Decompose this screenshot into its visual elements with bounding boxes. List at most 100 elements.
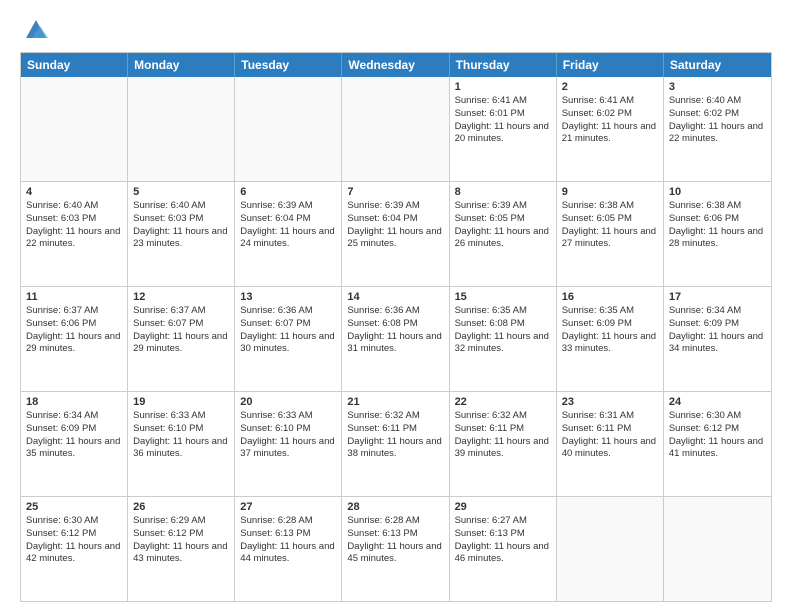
day-cell-12: 12 Sunrise: 6:37 AM Sunset: 6:07 PM Dayli…: [128, 287, 235, 391]
day-number: 5: [133, 186, 229, 198]
day-number: 21: [347, 396, 443, 408]
day-info: Sunrise: 6:32 AM Sunset: 6:11 PM Dayligh…: [347, 410, 443, 461]
day-number: 11: [26, 291, 122, 303]
day-info: Sunrise: 6:39 AM Sunset: 6:04 PM Dayligh…: [240, 200, 336, 251]
day-cell-1: 1 Sunrise: 6:41 AM Sunset: 6:01 PM Daylig…: [450, 77, 557, 181]
calendar-week-1: 1 Sunrise: 6:41 AM Sunset: 6:01 PM Daylig…: [21, 77, 771, 182]
day-cell-6: 6 Sunrise: 6:39 AM Sunset: 6:04 PM Daylig…: [235, 182, 342, 286]
day-cell-25: 25 Sunrise: 6:30 AM Sunset: 6:12 PM Dayli…: [21, 497, 128, 601]
day-info: Sunrise: 6:39 AM Sunset: 6:05 PM Dayligh…: [455, 200, 551, 251]
day-number: 23: [562, 396, 658, 408]
day-info: Sunrise: 6:32 AM Sunset: 6:11 PM Dayligh…: [455, 410, 551, 461]
day-number: 4: [26, 186, 122, 198]
day-cell-8: 8 Sunrise: 6:39 AM Sunset: 6:05 PM Daylig…: [450, 182, 557, 286]
day-cell-14: 14 Sunrise: 6:36 AM Sunset: 6:08 PM Dayli…: [342, 287, 449, 391]
day-cell-11: 11 Sunrise: 6:37 AM Sunset: 6:06 PM Dayli…: [21, 287, 128, 391]
day-cell-26: 26 Sunrise: 6:29 AM Sunset: 6:12 PM Dayli…: [128, 497, 235, 601]
day-header-tuesday: Tuesday: [235, 53, 342, 77]
day-number: 13: [240, 291, 336, 303]
day-cell-20: 20 Sunrise: 6:33 AM Sunset: 6:10 PM Dayli…: [235, 392, 342, 496]
day-header-monday: Monday: [128, 53, 235, 77]
day-number: 6: [240, 186, 336, 198]
day-info: Sunrise: 6:39 AM Sunset: 6:04 PM Dayligh…: [347, 200, 443, 251]
day-info: Sunrise: 6:29 AM Sunset: 6:12 PM Dayligh…: [133, 515, 229, 566]
day-info: Sunrise: 6:33 AM Sunset: 6:10 PM Dayligh…: [240, 410, 336, 461]
day-number: 10: [669, 186, 766, 198]
day-cell-3: 3Sunrise: 6:40 AM Sunset: 6:02 PM Daylig…: [664, 77, 771, 181]
day-info: Sunrise: 6:34 AM Sunset: 6:09 PM Dayligh…: [26, 410, 122, 461]
day-info: Sunrise: 6:30 AM Sunset: 6:12 PM Dayligh…: [669, 410, 766, 461]
day-info: Sunrise: 6:40 AM Sunset: 6:02 PM Dayligh…: [669, 95, 766, 146]
empty-cell: [664, 497, 771, 601]
empty-cell: [557, 497, 664, 601]
day-cell-29: 29Sunrise: 6:27 AM Sunset: 6:13 PM Dayli…: [450, 497, 557, 601]
day-number: 28: [347, 501, 443, 513]
day-number: 18: [26, 396, 122, 408]
day-info: Sunrise: 6:35 AM Sunset: 6:08 PM Dayligh…: [455, 305, 551, 356]
day-info: Sunrise: 6:35 AM Sunset: 6:09 PM Dayligh…: [562, 305, 658, 356]
day-cell-4: 4 Sunrise: 6:40 AM Sunset: 6:03 PM Daylig…: [21, 182, 128, 286]
day-cell-10: 10Sunrise: 6:38 AM Sunset: 6:06 PM Dayli…: [664, 182, 771, 286]
day-cell-9: 9 Sunrise: 6:38 AM Sunset: 6:05 PM Daylig…: [557, 182, 664, 286]
day-number: 14: [347, 291, 443, 303]
day-number: 25: [26, 501, 122, 513]
day-number: 1: [455, 81, 551, 93]
day-cell-5: 5 Sunrise: 6:40 AM Sunset: 6:03 PM Daylig…: [128, 182, 235, 286]
day-number: 24: [669, 396, 766, 408]
day-cell-21: 21 Sunrise: 6:32 AM Sunset: 6:11 PM Dayli…: [342, 392, 449, 496]
day-cell-18: 18 Sunrise: 6:34 AM Sunset: 6:09 PM Dayli…: [21, 392, 128, 496]
calendar-week-4: 18 Sunrise: 6:34 AM Sunset: 6:09 PM Dayli…: [21, 392, 771, 497]
day-number: 19: [133, 396, 229, 408]
day-number: 9: [562, 186, 658, 198]
day-number: 27: [240, 501, 336, 513]
day-number: 8: [455, 186, 551, 198]
day-number: 16: [562, 291, 658, 303]
header: [20, 16, 772, 44]
calendar-body: 1 Sunrise: 6:41 AM Sunset: 6:01 PM Daylig…: [21, 77, 771, 601]
day-info: Sunrise: 6:31 AM Sunset: 6:11 PM Dayligh…: [562, 410, 658, 461]
calendar-week-3: 11 Sunrise: 6:37 AM Sunset: 6:06 PM Dayli…: [21, 287, 771, 392]
day-info: Sunrise: 6:37 AM Sunset: 6:06 PM Dayligh…: [26, 305, 122, 356]
day-cell-17: 17Sunrise: 6:34 AM Sunset: 6:09 PM Dayli…: [664, 287, 771, 391]
calendar: SundayMondayTuesdayWednesdayThursdayFrid…: [20, 52, 772, 602]
day-info: Sunrise: 6:36 AM Sunset: 6:08 PM Dayligh…: [347, 305, 443, 356]
page: SundayMondayTuesdayWednesdayThursdayFrid…: [0, 0, 792, 612]
day-info: Sunrise: 6:27 AM Sunset: 6:13 PM Dayligh…: [455, 515, 551, 566]
calendar-header: SundayMondayTuesdayWednesdayThursdayFrid…: [21, 53, 771, 77]
day-cell-22: 22 Sunrise: 6:32 AM Sunset: 6:11 PM Dayli…: [450, 392, 557, 496]
day-cell-13: 13 Sunrise: 6:36 AM Sunset: 6:07 PM Dayli…: [235, 287, 342, 391]
day-header-friday: Friday: [557, 53, 664, 77]
day-header-saturday: Saturday: [664, 53, 771, 77]
day-number: 26: [133, 501, 229, 513]
day-info: Sunrise: 6:28 AM Sunset: 6:13 PM Dayligh…: [240, 515, 336, 566]
day-number: 15: [455, 291, 551, 303]
day-info: Sunrise: 6:30 AM Sunset: 6:12 PM Dayligh…: [26, 515, 122, 566]
day-info: Sunrise: 6:36 AM Sunset: 6:07 PM Dayligh…: [240, 305, 336, 356]
day-header-sunday: Sunday: [21, 53, 128, 77]
day-cell-24: 24 Sunrise: 6:30 AM Sunset: 6:12 PM Dayli…: [664, 392, 771, 496]
empty-cell: [342, 77, 449, 181]
empty-cell: [21, 77, 128, 181]
day-info: Sunrise: 6:41 AM Sunset: 6:02 PM Dayligh…: [562, 95, 658, 146]
day-header-wednesday: Wednesday: [342, 53, 449, 77]
day-info: Sunrise: 6:33 AM Sunset: 6:10 PM Dayligh…: [133, 410, 229, 461]
logo: [20, 16, 50, 44]
day-cell-7: 7Sunrise: 6:39 AM Sunset: 6:04 PM Daylig…: [342, 182, 449, 286]
day-number: 20: [240, 396, 336, 408]
day-cell-19: 19 Sunrise: 6:33 AM Sunset: 6:10 PM Dayli…: [128, 392, 235, 496]
day-info: Sunrise: 6:40 AM Sunset: 6:03 PM Dayligh…: [133, 200, 229, 251]
day-number: 22: [455, 396, 551, 408]
logo-icon: [22, 16, 50, 44]
day-info: Sunrise: 6:34 AM Sunset: 6:09 PM Dayligh…: [669, 305, 766, 356]
day-number: 12: [133, 291, 229, 303]
day-cell-28: 28 Sunrise: 6:28 AM Sunset: 6:13 PM Dayli…: [342, 497, 449, 601]
day-info: Sunrise: 6:38 AM Sunset: 6:05 PM Dayligh…: [562, 200, 658, 251]
day-cell-2: 2Sunrise: 6:41 AM Sunset: 6:02 PM Daylig…: [557, 77, 664, 181]
day-info: Sunrise: 6:40 AM Sunset: 6:03 PM Dayligh…: [26, 200, 122, 251]
day-info: Sunrise: 6:28 AM Sunset: 6:13 PM Dayligh…: [347, 515, 443, 566]
day-info: Sunrise: 6:37 AM Sunset: 6:07 PM Dayligh…: [133, 305, 229, 356]
day-cell-16: 16 Sunrise: 6:35 AM Sunset: 6:09 PM Dayli…: [557, 287, 664, 391]
day-info: Sunrise: 6:41 AM Sunset: 6:01 PM Dayligh…: [455, 95, 551, 146]
day-header-thursday: Thursday: [450, 53, 557, 77]
calendar-week-2: 4 Sunrise: 6:40 AM Sunset: 6:03 PM Daylig…: [21, 182, 771, 287]
